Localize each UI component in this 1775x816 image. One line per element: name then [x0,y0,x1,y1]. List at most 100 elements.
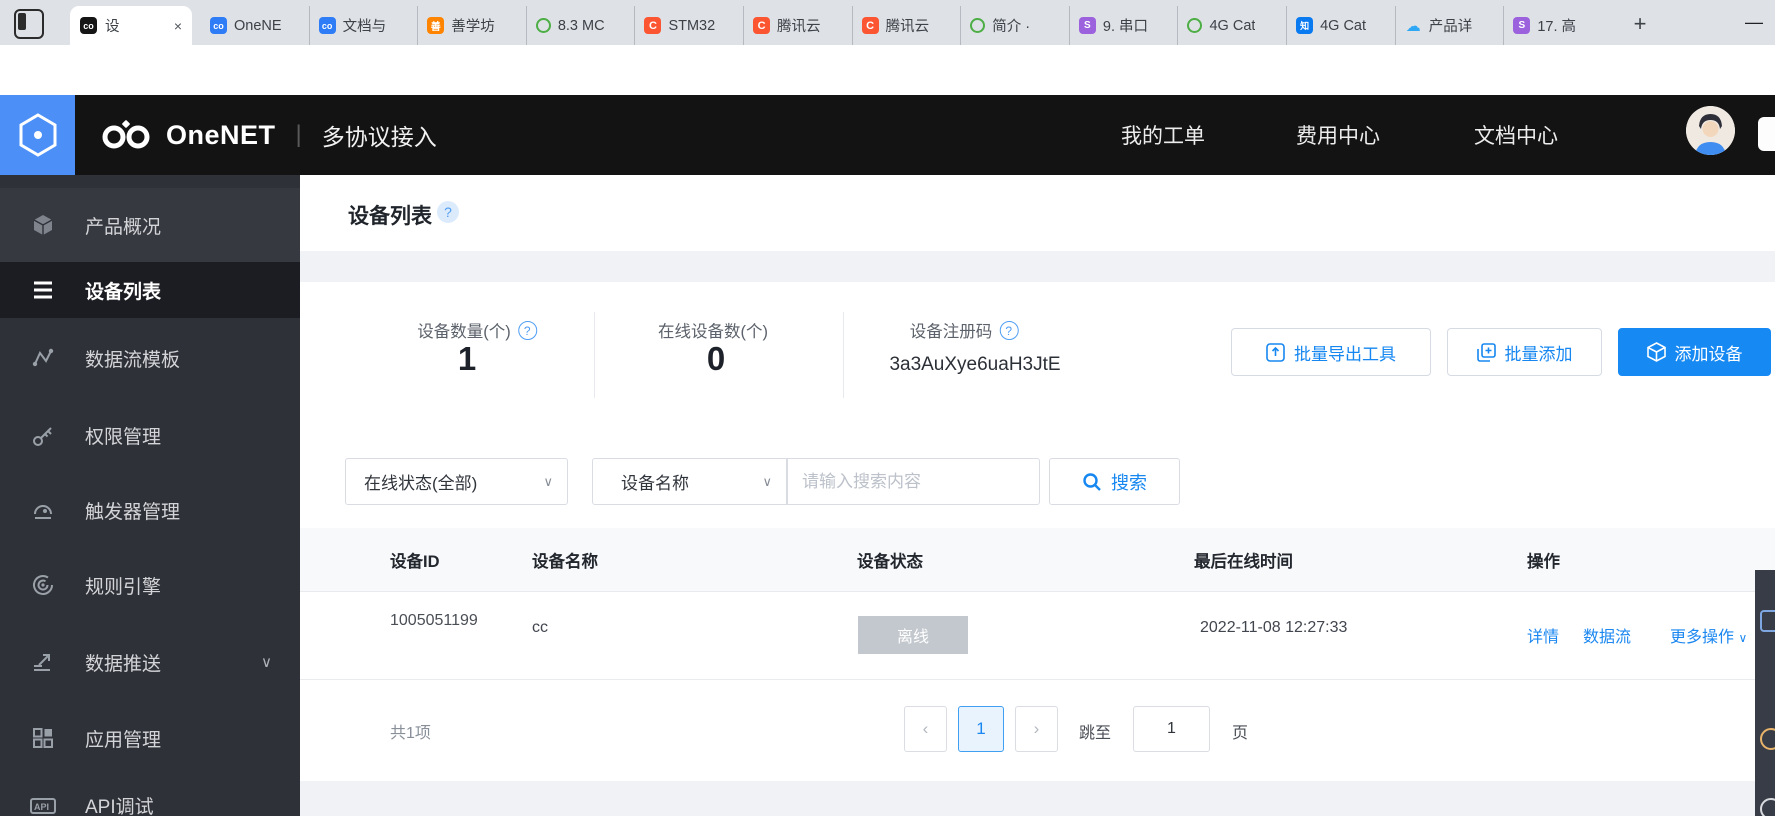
main-content: 设备列表 ? 设备数量(个) ? 1 在线设备数(个) 0 设备注册码 ? 3a… [300,175,1775,816]
device-name-cell: cc [532,619,548,636]
tab-title: STM32 [668,17,716,34]
tab-title: 设 [105,19,120,35]
browser-tab-5[interactable]: C STM32 [634,6,743,45]
export-icon [1266,342,1285,362]
tab-actions-button[interactable] [14,9,44,39]
chevron-down-icon[interactable]: ∨ [261,653,272,671]
rule-engine-icon [30,572,56,598]
cube-icon [30,212,56,238]
purple-favicon: S [1513,17,1531,34]
title-band: 设备列表 ? [300,175,1775,251]
sidebar-item-label: 数据推送 [85,653,162,675]
sidebar-item-api-debug[interactable]: API API调试 [0,774,300,816]
search-input[interactable] [787,458,1040,505]
onenet-logo-icon [102,120,150,149]
datastream-link[interactable]: 数据流 [1583,623,1631,647]
tab-title: 4G Cat [1209,17,1256,34]
green-favicon [970,18,986,33]
browser-tab-8[interactable]: 简介 · [960,6,1069,45]
sidebar-item-datastream-template[interactable]: 数据流模板 [0,318,300,398]
hexagon-icon [19,113,56,157]
sidebar-item-label: 产品概况 [85,216,162,238]
pagination: 共1项 ‹ 1 › 跳至 页 [300,679,1775,781]
browser-tab-3[interactable]: 善善学坊 [417,6,526,45]
list-icon [30,277,56,303]
avatar[interactable] [1686,106,1735,155]
browser-tab-11[interactable]: 知 4G Cat [1286,6,1395,45]
browser-tab-12[interactable]: ☁ 产品详 [1394,6,1504,45]
table-row: 1005051199 cc 离线 2022-11-08 12:27:33 详情 … [300,591,1775,680]
sidebar-item-product-overview[interactable]: 产品概况 [0,188,300,262]
tab-title: 4G Cat [1320,17,1367,34]
browser-tab-7[interactable]: C 腾讯云 [851,6,961,45]
batch-export-button[interactable]: 批量导出工具 [1231,328,1431,376]
sidebar-item-label: 数据流模板 [85,349,181,371]
nav-docs-center[interactable]: 文档中心 [1474,95,1558,175]
col-actions: 操作 [1527,553,1560,571]
cube-icon [1646,342,1666,362]
search-field-select[interactable]: 设备名称 ∨ [592,458,787,505]
app-header: OneNET | 多协议接入 我的工单 费用中心 文档中心 [0,95,1775,175]
cloud-favicon: ☁ [1405,17,1421,35]
product-name: 多协议接入 [321,124,437,150]
browser-tab-bar: co 设 × co OneNE co 文档与善善学坊 8.3 MC C STM32 C 腾讯云 C… [0,0,1775,45]
sidebar-item-device-list[interactable]: 设备列表 [0,262,300,318]
window-minimize-button[interactable]: — [1738,8,1770,38]
content-panel: 设备数量(个) ? 1 在线设备数(个) 0 设备注册码 ? 3a3AuXye6… [300,282,1775,781]
help-icon[interactable]: ? [517,320,537,340]
search-button[interactable]: 搜索 [1049,458,1180,505]
new-tab-button[interactable]: + [1625,10,1655,40]
cutoff-icon [1760,798,1775,816]
platform-logo-tile[interactable] [0,95,75,175]
status-filter-select[interactable]: 在线状态(全部) ∨ [345,458,568,505]
col-last-online: 最后在线时间 [1194,553,1293,571]
browser-tab-1[interactable]: co OneNE [201,6,309,45]
browser-toolbar: ← ↻ https://open.iot.10086.cn/develop/mq… [0,45,1775,134]
browser-tab-10[interactable]: 4G Cat [1177,6,1286,45]
more-actions-link[interactable]: 更多操作 ∨ [1670,623,1747,647]
sidebar-item-permission[interactable]: 权限管理 [0,398,300,473]
screen: co 设 × co OneNE co 文档与善善学坊 8.3 MC C STM32 C 腾讯云 C… [0,0,1775,816]
help-icon[interactable]: ? [437,201,459,223]
tab-title: 腾讯云 [885,19,930,35]
browser-tab-4[interactable]: 8.3 MC [525,6,635,45]
green-favicon [1187,18,1203,33]
browser-tab-13[interactable]: S 17. 高 [1503,6,1612,45]
sidebar-item-data-push[interactable]: 数据推送 ∨ [0,622,300,702]
purple-favicon: S [1078,17,1096,34]
sidebar-item-label: 规则引擎 [85,576,162,598]
next-page-button[interactable]: › [1015,706,1058,752]
stat-online-count-value: 0 [706,340,726,377]
prev-page-button[interactable]: ‹ [904,706,947,752]
apps-grid-icon [30,725,56,751]
tab-title: 简介 · [992,19,1031,35]
browser-tab-6[interactable]: C 腾讯云 [743,6,852,45]
stat-online-count-label: 在线设备数(个) [658,323,768,341]
tab-title: 腾讯云 [777,19,821,35]
api-icon: API [30,792,56,816]
detail-link[interactable]: 详情 [1527,623,1559,647]
batch-add-icon [1476,342,1496,362]
stat-register-code-label: 设备注册码 ? [910,318,1019,342]
chevron-down-icon: ∨ [1738,631,1748,645]
nav-my-tickets[interactable]: 我的工单 [1121,95,1205,175]
page-jump-input[interactable] [1133,706,1210,752]
sidebar-item-label: API调试 [85,797,154,816]
sidebar-item-trigger[interactable]: 触发器管理 [0,473,300,548]
browser-tab-2[interactable]: co 文档与 [308,6,418,45]
browser-tab-active[interactable]: co 设 × [70,6,192,45]
batch-add-button[interactable]: 批量添加 [1447,328,1602,376]
device-id-cell: 1005051199 [390,612,478,629]
current-page-button[interactable]: 1 [958,706,1004,752]
col-device-name: 设备名称 [532,553,598,571]
add-device-button[interactable]: 添加设备 [1618,328,1771,376]
tab-title: 产品详 [1428,19,1473,35]
sidebar-item-rule-engine[interactable]: 规则引擎 [0,548,300,622]
help-icon[interactable]: ? [999,320,1019,340]
tab-close-icon[interactable]: × [174,18,182,34]
sidebar-item-app-management[interactable]: 应用管理 [0,702,300,774]
nav-billing-center[interactable]: 费用中心 [1296,95,1380,175]
floating-toolbar-cutoff [1755,570,1775,816]
cutoff-icon [1760,728,1775,750]
browser-tab-9[interactable]: S 9. 串口 [1068,6,1178,45]
